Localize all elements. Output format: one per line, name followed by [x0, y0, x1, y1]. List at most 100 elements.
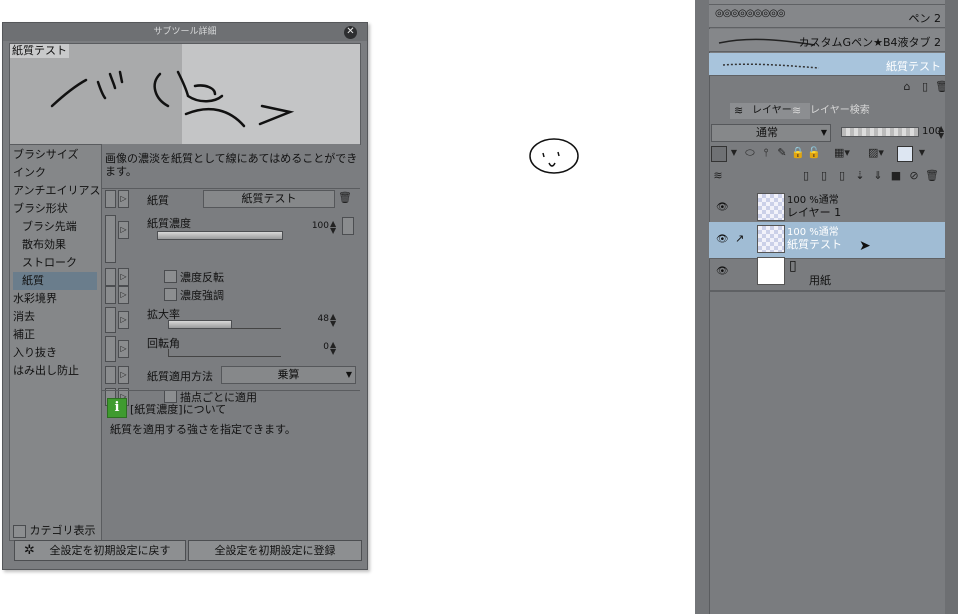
visibility-eye-icon[interactable]: 👁 [716, 202, 729, 213]
scale-expand-icon[interactable]: ▷ [118, 311, 129, 329]
density-spinner-icon[interactable]: ▲ ▼ [330, 220, 336, 235]
category-stroke[interactable]: ストローク [22, 254, 77, 272]
trash-icon[interactable]: 🗑 [925, 169, 939, 183]
category-display-checkbox[interactable] [13, 524, 26, 538]
category-display-toggle[interactable]: カテゴリ表示 [13, 522, 96, 538]
reset-defaults-label: 全設定を初期設定に戻す [49, 544, 171, 557]
lock-transparency-icon[interactable]: 🔓 [807, 146, 821, 160]
mask-icon[interactable]: ▦▾ [829, 146, 855, 160]
brush-item-pen2[interactable]: ◎◎◎◎◎◎◎◎◎ ペン 2 [709, 5, 945, 28]
rotation-expand-icon[interactable]: ▷ [118, 340, 129, 358]
blend-mode-select[interactable]: 通常 ▼ [711, 124, 831, 142]
visibility-eye-icon[interactable]: 👁 [716, 266, 729, 277]
invert-expand-icon[interactable]: ▷ [118, 268, 129, 286]
layer-panel-tabs: ≋ レイヤー ≋ レイヤー検索 [709, 102, 945, 120]
paper-expand-icon[interactable]: ▷ [118, 190, 129, 208]
category-brush-tip[interactable]: ブラシ先端 [22, 218, 77, 236]
paper-select[interactable]: 紙質テスト [203, 190, 335, 208]
rotation-value[interactable]: 0 [305, 342, 329, 352]
invert-checkbox[interactable] [164, 270, 177, 283]
opacity-spinner-icon[interactable]: ▲ ▼ [938, 125, 944, 140]
rotation-spinner-icon[interactable]: ▲ ▼ [330, 341, 336, 356]
apply-expand-icon[interactable]: ▷ [118, 366, 129, 384]
paper-lock-button[interactable] [105, 190, 116, 208]
emphasis-checkbox[interactable] [164, 288, 177, 301]
category-overflow-prevention[interactable]: はみ出し防止 [13, 362, 79, 380]
merge-down-icon[interactable]: ⇓ [871, 169, 885, 183]
category-brush-size[interactable]: ブラシサイズ [13, 146, 78, 164]
category-ink[interactable]: インク [13, 164, 46, 182]
subtool-detail-dialog: サブツール詳細 ✕ 紙質テスト ブラシサイズ インク アンチエイリアス ブラシ形… [2, 22, 368, 570]
opacity-slider[interactable] [841, 127, 919, 137]
category-watercolor-edge[interactable]: 水彩境界 [13, 290, 57, 308]
scale-lock-button[interactable] [105, 307, 116, 333]
rotation-lock-button[interactable] [105, 336, 116, 362]
layer-color-icon[interactable] [897, 146, 913, 162]
new-vector-layer-icon[interactable]: ▯ [817, 169, 831, 183]
lock-icon[interactable]: 🔒 [791, 146, 805, 160]
category-erase[interactable]: 消去 [13, 308, 35, 326]
info-area: i [紙質濃度]について 紙質を適用する強さを指定できます。 [102, 390, 360, 541]
category-spray-effect[interactable]: 散布効果 [22, 236, 66, 254]
brush-item-gpen[interactable]: カスタムGペン★B4液タブ 2 [709, 29, 945, 52]
dialog-title[interactable]: サブツール詳細 [3, 23, 367, 41]
reference-icon[interactable]: ⫯ [759, 146, 773, 160]
brush-item-texture-test[interactable]: 紙質テスト [709, 53, 945, 76]
register-defaults-button[interactable]: 全設定を初期設定に登録 [188, 540, 362, 561]
category-brush-shape[interactable]: ブラシ形状 [13, 200, 68, 218]
emphasis-expand-icon[interactable]: ▷ [118, 286, 129, 304]
right-panel: ◎◎◎◎◎◎◎◎◎ ペン 2 カスタムGペン★B4液タブ 2 紙質テスト ⌂ ▯… [695, 0, 958, 614]
chevron-down-icon[interactable]: ▼ [727, 146, 741, 160]
bank-icon[interactable]: ⌂ [900, 80, 914, 94]
pen-edit-icon: ↗ [735, 232, 745, 245]
apply-lock-button[interactable] [105, 366, 116, 384]
scale-spinner-icon[interactable]: ▲ ▼ [330, 313, 336, 328]
density-expand-icon[interactable]: ▷ [118, 221, 129, 239]
rotation-slider[interactable] [168, 356, 281, 357]
new-raster-layer-icon[interactable]: ▯ [799, 169, 813, 183]
category-taper[interactable]: 入り抜き [13, 344, 57, 362]
invert-lock-button[interactable] [105, 268, 116, 286]
new-page-icon[interactable]: ▯ [918, 80, 932, 94]
apply-method-select[interactable]: 乗算 ▼ [221, 366, 356, 384]
layer-stack-icon[interactable]: ≋ [711, 169, 725, 183]
layer-name: 用紙 [809, 274, 831, 287]
category-antialias[interactable]: アンチエイリアス [13, 182, 101, 200]
tab-layer-search[interactable]: ≋ レイヤー検索 [788, 103, 882, 119]
description-area: 画像の濃淡を紙質として線にあてはめることができます。 [102, 144, 360, 189]
emphasis-lock-button[interactable] [105, 286, 116, 304]
apply-mask-icon[interactable]: ⊘ [907, 169, 921, 183]
category-correction[interactable]: 補正 [13, 326, 35, 344]
brush-name: カスタムGペン★B4液タブ 2 [798, 36, 941, 49]
close-icon[interactable]: ✕ [344, 26, 357, 39]
tab-layer-label: レイヤー [752, 105, 792, 116]
density-pressure-button[interactable] [342, 217, 354, 235]
color-swatch-icon[interactable] [711, 146, 727, 162]
brush-name: 紙質テスト [886, 60, 941, 73]
scale-slider[interactable] [168, 320, 232, 329]
draft-icon[interactable]: ✎ [775, 146, 789, 160]
transfer-down-icon[interactable]: ⇣ [853, 169, 867, 183]
info-text: 紙質を適用する強さを指定できます。 [110, 423, 296, 436]
mask-create-icon[interactable]: ■ [889, 169, 903, 183]
panel-collapse-strip[interactable] [695, 0, 710, 614]
chevron-down-icon[interactable]: ▼ [915, 146, 929, 160]
clipping-icon[interactable]: ⬭ [743, 146, 757, 160]
new-folder-icon[interactable]: ▯ [835, 169, 849, 183]
category-texture[interactable]: 紙質 [13, 272, 97, 290]
density-lock-button[interactable] [105, 215, 116, 263]
trash-icon[interactable]: 🗑 [338, 191, 352, 205]
ruler-icon[interactable]: ▨▾ [863, 146, 889, 160]
chevron-down-icon: ▼ [820, 128, 827, 137]
layer-row-paper[interactable]: 👁 ▯ 用紙 [709, 254, 945, 291]
scale-value[interactable]: 48 [305, 314, 329, 324]
layers-icon: ≋ [734, 104, 744, 117]
visibility-eye-icon[interactable]: 👁 [716, 234, 729, 245]
apply-label: 紙質適用方法 [147, 370, 213, 383]
density-value[interactable]: 100 [305, 221, 329, 231]
layer-name: 紙質テスト [787, 238, 842, 251]
panel-scrollbar[interactable] [945, 0, 958, 614]
reset-defaults-button[interactable]: ✲ 全設定を初期設定に戻す [14, 540, 186, 561]
density-slider[interactable] [157, 231, 283, 240]
layer-name: レイヤー 1 [787, 206, 842, 219]
